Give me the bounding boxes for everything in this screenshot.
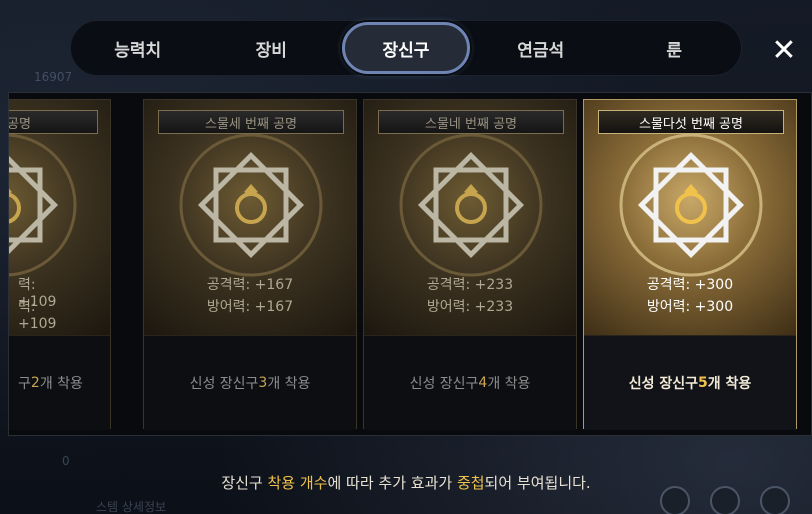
resonance-card[interactable]: 스물세 번째 공명 공격력: +167 방어력: +167 신성 장신구 3개 … [143, 99, 357, 430]
info-text: 에 따라 추가 효과가 [327, 474, 457, 492]
tab-equipment[interactable]: 장비 [205, 21, 339, 75]
card-title: 번째 공명 [9, 110, 98, 134]
ring-emblem-icon [399, 133, 543, 277]
tab-accessories[interactable]: 장신구 [342, 22, 470, 74]
requirement-count: 5 [698, 375, 708, 391]
card-attack-stat: 공격력: +167 [206, 277, 294, 293]
requirement-count: 3 [258, 375, 268, 391]
close-icon[interactable]: ✕ [771, 33, 796, 68]
resonance-card[interactable]: 번째 공명 력: +109 력: +109 구 2개 착용 [9, 99, 111, 430]
requirement-count: 2 [30, 375, 40, 391]
resonance-card-selected[interactable]: 스물다섯 번째 공명 공격력: +300 방어력: +300 신성 장신구 5개… [583, 99, 797, 430]
ring-emblem-icon [619, 133, 763, 277]
tab-stats[interactable]: 능력치 [71, 21, 205, 75]
card-title: 스물네 번째 공명 [378, 110, 564, 134]
card-title: 스물다섯 번째 공명 [598, 110, 784, 134]
info-text: 장신구 [221, 474, 268, 492]
background-number: 16907 [34, 70, 73, 84]
card-defense-stat: 방어력: +233 [426, 299, 514, 315]
card-requirement: 신성 장신구 5개 착용 [584, 336, 796, 430]
close-button[interactable]: ✕ [768, 33, 800, 68]
card-defense-stat: 방어력: +300 [646, 299, 734, 315]
card-title: 스물세 번째 공명 [158, 110, 344, 134]
requirement-prefix: 신성 장신구 [628, 376, 698, 392]
info-highlight: 중첩 [456, 474, 485, 492]
background-count: 0 [62, 454, 70, 468]
card-artwork: 스물세 번째 공명 공격력: +167 방어력: +167 [144, 100, 356, 336]
tab-alchemy-stone[interactable]: 연금석 [474, 21, 608, 75]
requirement-suffix: 개 착용 [39, 376, 83, 392]
ring-emblem-icon [179, 133, 323, 277]
requirement-count: 4 [478, 375, 488, 391]
card-attack-stat: 공격력: +233 [426, 277, 514, 293]
card-artwork: 스물네 번째 공명 공격력: +233 방어력: +233 [364, 100, 576, 336]
requirement-prefix: 신성 장신구 [409, 376, 479, 392]
requirement-suffix: 개 착용 [707, 376, 752, 392]
requirement-prefix: 신성 장신구 [189, 376, 259, 392]
info-highlight: 착용 개수 [267, 474, 328, 492]
requirement-suffix: 개 착용 [487, 376, 531, 392]
ring-emblem-icon [9, 133, 77, 277]
requirement-suffix: 개 착용 [267, 376, 311, 392]
resonance-card-list[interactable]: 번째 공명 력: +109 력: +109 구 2개 착용 스물세 번째 공명 … [8, 92, 812, 436]
card-requirement: 구 2개 착용 [9, 336, 110, 430]
requirement-prefix: 구 [18, 376, 31, 392]
card-attack-stat: 공격력: +300 [646, 277, 734, 293]
card-artwork: 스물다섯 번째 공명 공격력: +300 방어력: +300 [584, 100, 796, 336]
card-defense-stat: 방어력: +167 [206, 299, 294, 315]
card-defense-stat: 력: +109 [18, 299, 57, 332]
info-text: 되어 부여됩니다. [484, 474, 591, 492]
info-message: 장신구 착용 개수에 따라 추가 효과가 중첩되어 부여됩니다. [0, 472, 812, 493]
card-requirement: 신성 장신구 4개 착용 [364, 336, 576, 430]
card-artwork: 번째 공명 력: +109 력: +109 [9, 100, 110, 336]
tab-rune[interactable]: 룬 [608, 21, 742, 75]
tab-bar: 능력치 장비 장신구 연금석 룬 [70, 20, 742, 76]
card-requirement: 신성 장신구 3개 착용 [144, 336, 356, 430]
resonance-card[interactable]: 스물네 번째 공명 공격력: +233 방어력: +233 신성 장신구 4개 … [363, 99, 577, 430]
background-detail-label: 스템 상세정보 [96, 500, 167, 514]
